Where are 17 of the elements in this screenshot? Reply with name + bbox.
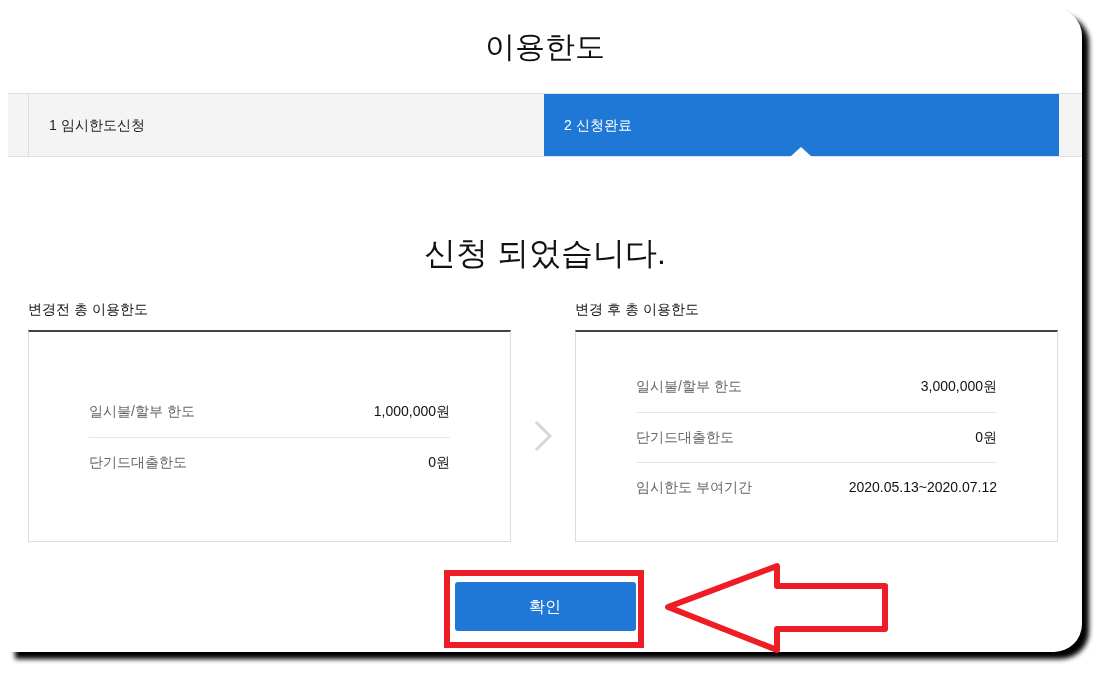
window-title: 이용한도 bbox=[484, 29, 606, 65]
chevron-right-icon bbox=[534, 420, 552, 452]
panel-title: 변경 후 총 이용한도 bbox=[575, 300, 700, 319]
completion-message: 신청 되었습니다. bbox=[423, 234, 667, 273]
row-value: 0원 bbox=[975, 427, 997, 447]
row-label: 단기드대출한도 bbox=[89, 452, 187, 472]
row-label: 일시불/할부 한도 bbox=[89, 402, 195, 421]
confirm-button[interactable]: 확인 bbox=[454, 582, 636, 631]
row-label: 임시한도 부여기간 bbox=[636, 477, 752, 497]
row-value: 0원 bbox=[428, 452, 450, 472]
step-tab[interactable]: 2 신청완료 bbox=[544, 94, 1059, 156]
row-value: 2020.05.13~2020.07.12 bbox=[848, 477, 997, 497]
row-value: 3,000,000원 bbox=[920, 377, 997, 396]
row-value: 1,000,000원 bbox=[373, 402, 450, 421]
row-label: 단기드대출한도 bbox=[636, 427, 734, 447]
row-label: 일시불/할부 한도 bbox=[636, 377, 742, 396]
panel-title: 변경전 총 이용한도 bbox=[28, 300, 149, 319]
